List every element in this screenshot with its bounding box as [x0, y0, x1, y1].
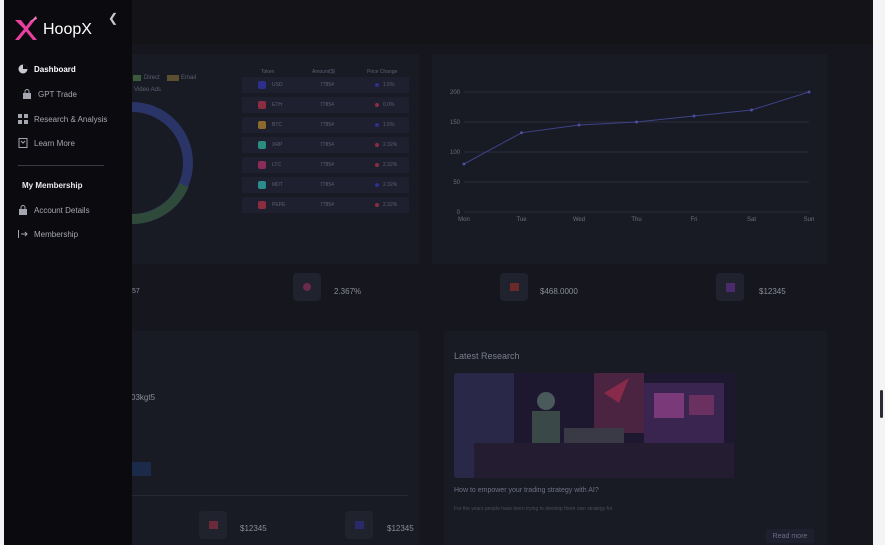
x-tick-label: Tue: [516, 217, 527, 223]
read-more-button[interactable]: Read more: [766, 529, 814, 543]
data-point: [462, 162, 466, 166]
research-title: Latest Research: [454, 351, 520, 361]
wallet-icon: [209, 521, 218, 529]
sidebar-item-label: Dashboard: [34, 64, 76, 74]
wallet-button[interactable]: [131, 462, 151, 476]
data-point: [692, 114, 696, 118]
stat-icon-box: [716, 273, 744, 301]
data-point: [635, 120, 638, 124]
stat-value: $12345: [240, 524, 267, 533]
sidebar-item-label: GPT Trade: [38, 89, 77, 99]
sidebar-item-dashboard[interactable]: Dashboard: [18, 64, 76, 74]
hoopx-logo-icon: [12, 16, 38, 47]
research-image[interactable]: [454, 373, 735, 478]
sidebar-item-label: Research & Analysis: [34, 114, 108, 124]
series-line: [463, 91, 810, 165]
stat-value: $12345: [759, 287, 786, 296]
card-icon: [355, 521, 364, 529]
data-point: [520, 131, 523, 135]
x-tick-label: Sun: [804, 217, 815, 223]
sidebar-item-label: Membership: [34, 229, 79, 239]
research-illustration: [454, 373, 735, 478]
research-headline[interactable]: How to empower your trading strategy wit…: [454, 487, 599, 494]
x-tick-label: Sat: [747, 217, 756, 223]
sidebar: HoopX ❮ Dashboard GPT Trade Research & A…: [4, 0, 132, 545]
sidebar-item-account-details[interactable]: Account Details: [18, 205, 90, 215]
sidebar-item-label: Learn More: [34, 138, 75, 148]
sidebar-item-research-analysis[interactable]: Research & Analysis: [18, 114, 107, 124]
stat-icon-box: [500, 273, 528, 301]
sidebar-item-membership[interactable]: Membership: [18, 229, 78, 239]
data-point: [750, 108, 753, 112]
pie-chart-icon: [18, 64, 28, 74]
sidebar-item-gpt-trade[interactable]: GPT Trade: [22, 89, 77, 99]
card-icon: [726, 283, 735, 292]
y-tick-label: 50: [453, 180, 460, 186]
lock-icon: [22, 89, 32, 99]
stat-icon-box: [345, 511, 373, 539]
y-tick-label: 150: [450, 120, 461, 126]
sidebar-item-label: Account Details: [34, 205, 90, 215]
data-point: [807, 90, 811, 94]
wallet-address: 03kgt5: [131, 393, 156, 402]
y-tick-label: 200: [450, 90, 461, 96]
data-point: [577, 123, 581, 127]
x-tick-label: Wed: [573, 217, 585, 223]
x-tick-label: Thu: [631, 217, 641, 223]
book-icon: [18, 138, 28, 148]
y-tick-label: 100: [450, 150, 461, 156]
x-tick-label: Mon: [458, 217, 470, 223]
stat-partial-value: 57: [132, 288, 140, 295]
sidebar-divider: [18, 165, 104, 166]
grid-icon: [18, 114, 28, 124]
brand-name: HoopX: [43, 21, 92, 38]
x-tick-label: Fri: [691, 217, 698, 223]
stat-icon-box: [199, 511, 227, 539]
stat-icon-box: [293, 273, 321, 301]
stat-percent: 2.367%: [334, 287, 362, 296]
bag-icon: [510, 283, 519, 291]
circle-icon: [303, 283, 311, 291]
logout-arrow-icon: [18, 229, 28, 239]
sidebar-item-learn-more[interactable]: Learn More: [18, 138, 75, 148]
stat-value: $12345: [387, 524, 414, 533]
research-snippet: For the years people have been trying to…: [454, 506, 613, 512]
sidebar-section-title: My Membership: [22, 181, 83, 190]
lock-icon: [18, 205, 28, 215]
divider: [132, 495, 408, 496]
stat-value: $468.0000: [540, 287, 578, 296]
y-tick-label: 0: [457, 210, 461, 216]
chevron-left-icon[interactable]: ❮: [108, 11, 118, 25]
